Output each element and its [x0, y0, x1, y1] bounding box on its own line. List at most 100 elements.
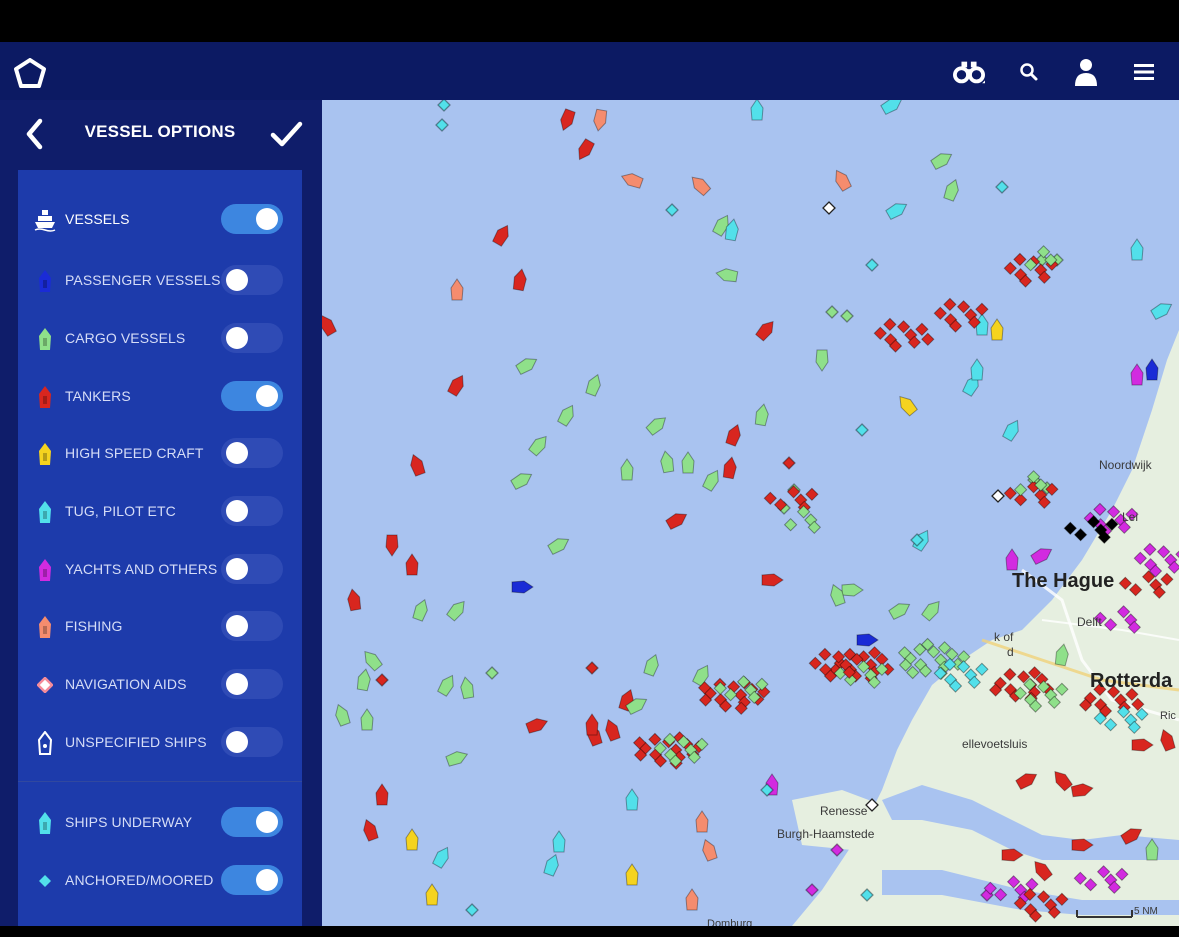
vessel-cluster-marker[interactable] [763, 491, 778, 506]
filter-row-high-speed-craft[interactable]: HIGH SPEED CRAFT [18, 425, 302, 481]
map-canvas[interactable] [322, 100, 1179, 926]
vessel-cluster-marker[interactable] [883, 317, 897, 332]
vessel-marker[interactable] [405, 828, 419, 851]
vessel-marker[interactable] [346, 588, 362, 612]
vessel-marker[interactable] [447, 372, 468, 397]
vessel-marker[interactable] [943, 178, 961, 202]
vessel-marker[interactable] [856, 633, 879, 647]
vessel-cluster-marker[interactable] [818, 647, 832, 662]
vessel-marker[interactable] [528, 433, 551, 457]
vessel-marker[interactable] [888, 599, 912, 620]
filter-row-tankers[interactable]: TANKERS [18, 368, 302, 424]
vessel-cluster-marker[interactable] [1093, 502, 1107, 517]
vessel-cluster-marker[interactable] [915, 322, 929, 337]
anchored-vessel-marker[interactable] [991, 489, 1005, 503]
anchored-vessel-marker[interactable] [825, 305, 839, 319]
anchored-vessel-marker[interactable] [855, 423, 869, 437]
filter-row-ships-underway[interactable]: SHIPS UNDERWAY [18, 794, 302, 850]
vessel-marker[interactable] [921, 598, 944, 622]
toggle-switch-tug-pilot-etc[interactable] [221, 496, 283, 526]
vessel-marker[interactable] [1150, 299, 1174, 320]
vessel-marker[interactable] [620, 171, 644, 189]
anchored-vessel-marker[interactable] [995, 180, 1009, 194]
filter-row-fishing[interactable]: FISHING [18, 598, 302, 654]
vessel-marker[interactable] [405, 553, 419, 576]
vessel-marker[interactable] [841, 583, 864, 597]
vessel-marker[interactable] [1002, 417, 1023, 442]
vessel-marker[interactable] [511, 580, 534, 594]
chevron-left-icon[interactable] [22, 116, 48, 152]
vessel-marker[interactable] [725, 423, 743, 447]
vessel-cluster-marker[interactable] [1063, 521, 1078, 536]
filter-row-passenger-vessels[interactable]: PASSENGER VESSELS [18, 252, 302, 308]
toggle-switch-fishing[interactable] [221, 611, 283, 641]
anchored-vessel-marker[interactable] [822, 201, 836, 215]
vessel-marker[interactable] [510, 469, 534, 490]
toggle-switch-navigation-aids[interactable] [221, 669, 283, 699]
vessel-marker[interactable] [620, 458, 634, 481]
search-icon[interactable] [1013, 56, 1045, 88]
vessel-marker[interactable] [437, 672, 458, 697]
vessel-marker[interactable] [412, 598, 430, 622]
vessel-marker[interactable] [715, 267, 739, 283]
vessel-marker[interactable] [492, 222, 513, 247]
vessel-marker[interactable] [930, 149, 954, 170]
vessel-marker[interactable] [831, 167, 852, 192]
vessel-marker[interactable] [585, 713, 599, 736]
anchored-vessel-marker[interactable] [465, 903, 479, 917]
vessel-marker[interactable] [360, 648, 383, 672]
vessel-marker[interactable] [592, 108, 608, 132]
toggle-switch-yachts-and-others[interactable] [221, 554, 283, 584]
vessel-marker[interactable] [1145, 358, 1159, 381]
vessel-marker[interactable] [445, 749, 470, 767]
vessel-marker[interactable] [970, 358, 984, 381]
vessel-cluster-marker[interactable] [805, 487, 819, 502]
vessel-marker[interactable] [880, 100, 904, 115]
vessel-marker[interactable] [685, 888, 699, 911]
vessel-cluster-marker[interactable] [956, 300, 971, 314]
anchored-vessel-marker[interactable] [805, 883, 819, 897]
vessel-marker[interactable] [543, 853, 561, 877]
toggle-switch-cargo-vessels[interactable] [221, 323, 283, 353]
vessel-marker[interactable] [515, 354, 539, 375]
filter-row-yachts-and-others[interactable]: YACHTS AND OTHERS [18, 541, 302, 597]
vessel-marker[interactable] [356, 668, 371, 692]
vessel-marker[interactable] [512, 268, 527, 292]
vessel-cluster-marker[interactable] [783, 517, 798, 532]
anchored-vessel-marker[interactable] [782, 456, 796, 470]
vessel-marker[interactable] [425, 883, 439, 906]
vessel-marker[interactable] [547, 534, 571, 555]
vessel-marker[interactable] [722, 456, 737, 480]
binoculars-icon[interactable] [953, 56, 985, 88]
vessel-marker[interactable] [643, 653, 661, 677]
vessel-cluster-marker[interactable] [1003, 261, 1018, 276]
anchored-vessel-marker[interactable] [485, 666, 499, 680]
vessel-marker[interactable] [585, 373, 603, 397]
anchored-vessel-marker[interactable] [865, 258, 879, 272]
vessel-marker[interactable] [692, 662, 713, 687]
vessel-cluster-marker[interactable] [921, 332, 935, 347]
anchored-vessel-marker[interactable] [840, 309, 854, 323]
vessel-marker[interactable] [625, 863, 639, 886]
vessel-marker[interactable] [1005, 548, 1019, 571]
vessel-marker[interactable] [990, 318, 1004, 341]
vessel-marker[interactable] [557, 402, 578, 427]
vessel-marker[interactable] [895, 393, 918, 417]
vessel-cluster-marker[interactable] [808, 656, 823, 671]
toggle-switch-anchored-moored[interactable] [221, 865, 283, 895]
filter-row-cargo-vessels[interactable]: CARGO VESSELS [18, 310, 302, 366]
vessel-marker[interactable] [603, 718, 621, 742]
vessel-cluster-marker[interactable] [896, 320, 911, 334]
vessel-cluster-marker[interactable] [933, 306, 948, 321]
hamburger-menu-icon[interactable] [1128, 56, 1160, 88]
anchored-vessel-marker[interactable] [375, 673, 389, 687]
vessel-marker[interactable] [558, 108, 576, 133]
vessel-marker[interactable] [665, 509, 689, 530]
vessel-marker[interactable] [408, 453, 426, 477]
user-icon[interactable] [1070, 56, 1102, 88]
vessel-marker[interactable] [361, 818, 379, 842]
toggle-switch-passenger-vessels[interactable] [221, 265, 283, 295]
filter-row-vessels[interactable]: VESSELS [18, 191, 302, 247]
filter-row-anchored-moored[interactable]: ANCHORED/MOORED [18, 852, 302, 908]
vessel-cluster-marker[interactable] [1013, 252, 1027, 267]
